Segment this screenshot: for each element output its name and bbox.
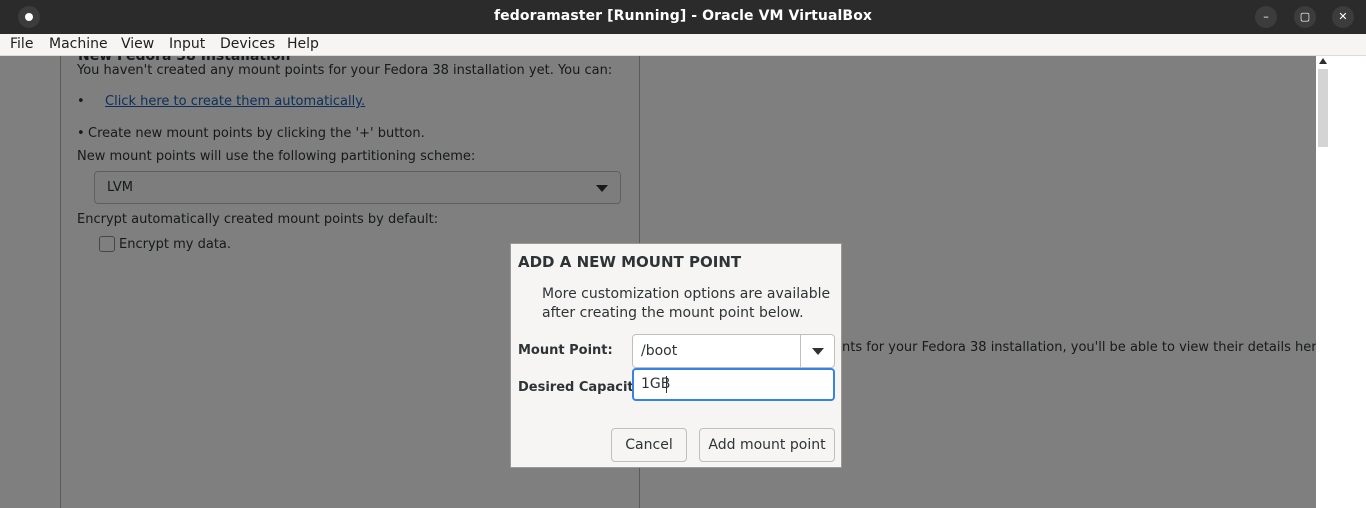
cancel-button[interactable]: Cancel [611,428,687,462]
mount-point-value[interactable]: /boot [641,343,677,359]
minimize-button[interactable]: – [1255,6,1277,28]
menu-view[interactable]: View [121,36,154,52]
scroll-up-arrow-icon[interactable] [1319,58,1327,64]
menu-file[interactable]: File [10,36,33,52]
window-title: fedoramaster [Running] - Oracle VM Virtu… [493,8,873,24]
add-mount-point-button[interactable]: Add mount point [699,428,835,462]
menu-input[interactable]: Input [169,36,205,52]
dialog-description: More customization options are available… [542,286,831,321]
scrollbar-thumb[interactable] [1318,69,1328,147]
menu-machine[interactable]: Machine [49,36,108,52]
menu-devices[interactable]: Devices [220,36,275,52]
close-button[interactable]: ✕ [1332,6,1354,28]
menu-bar: File Machine View Input Devices Help [0,34,1366,56]
capacity-label: Desired Capacity: [518,380,648,395]
add-mount-point-dialog: ADD A NEW MOUNT POINT More customization… [510,243,842,468]
menu-help[interactable]: Help [287,36,319,52]
desired-capacity-input[interactable]: 1GB [632,368,835,401]
restore-button[interactable]: ▢ [1294,6,1316,28]
text-cursor [666,376,667,393]
mount-point-label: Mount Point: [518,343,613,358]
vertical-scrollbar[interactable] [1316,56,1330,508]
mount-point-combo[interactable]: /boot [632,334,835,368]
window-titlebar: fedoramaster [Running] - Oracle VM Virtu… [0,0,1366,34]
dialog-title: ADD A NEW MOUNT POINT [518,253,742,271]
mount-point-dropdown-button[interactable] [800,335,834,367]
